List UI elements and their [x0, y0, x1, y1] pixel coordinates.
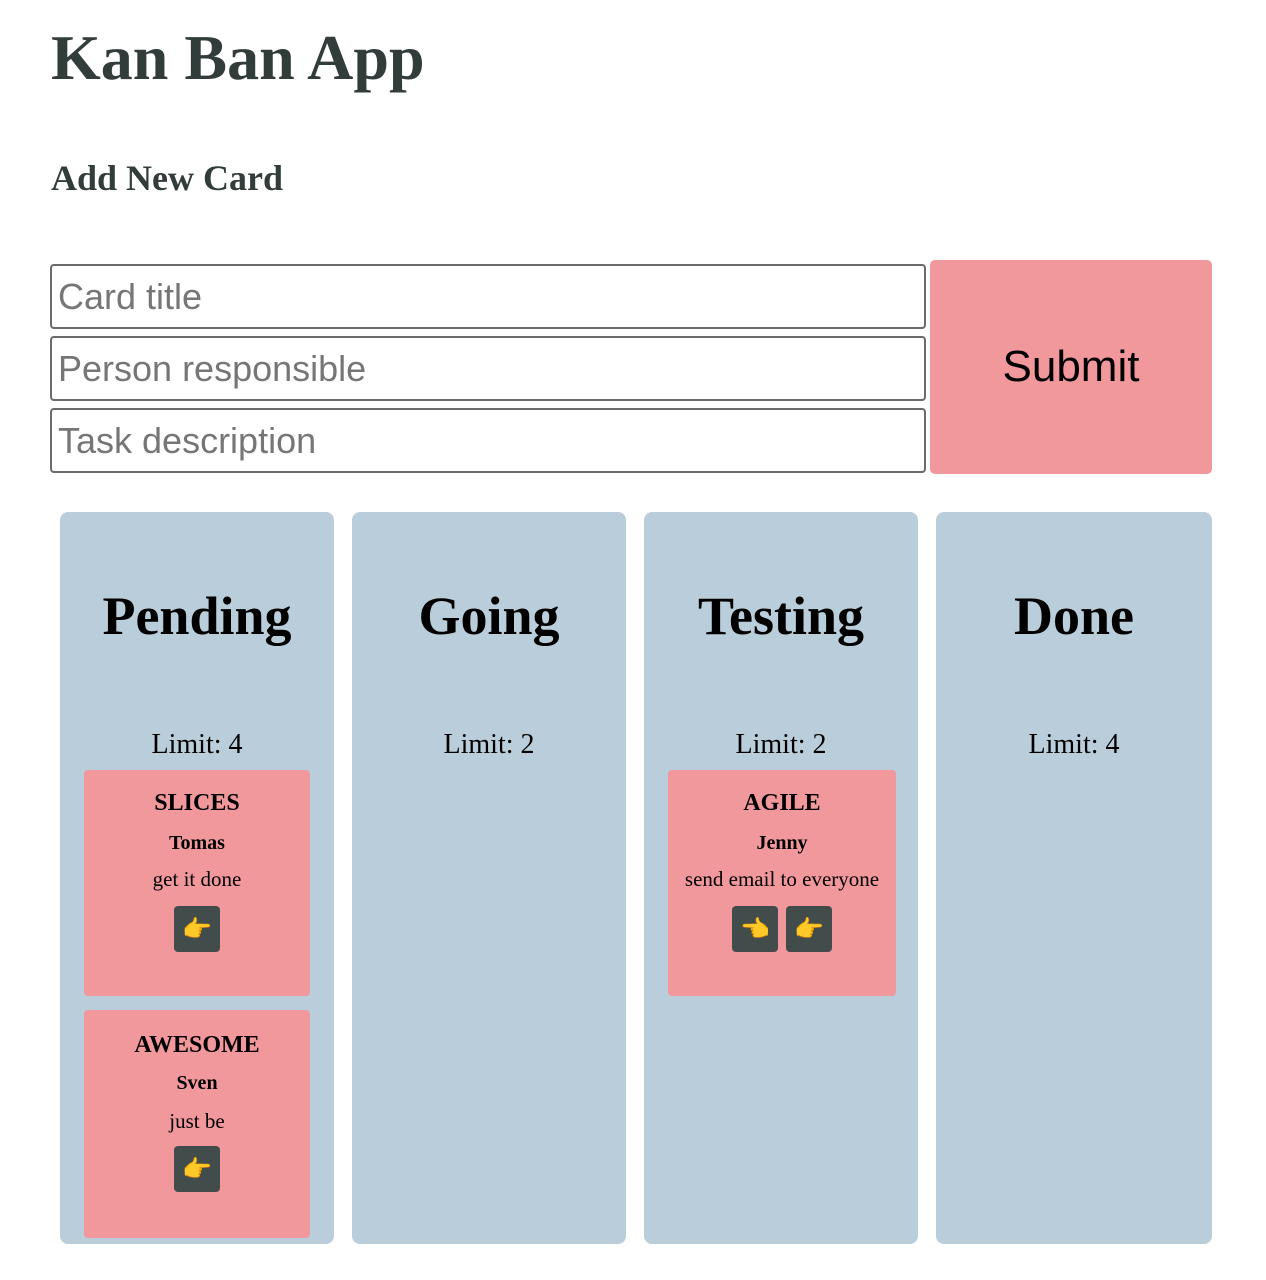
card-slices: SLICES Tomas get it done 👉 [84, 770, 310, 996]
card-title: AGILE [743, 790, 821, 816]
card-person: Sven [176, 1072, 218, 1094]
column-going: Going Limit: 2 [352, 512, 626, 1244]
card-actions: 👉 [84, 1146, 310, 1192]
pointing-right-hand-icon[interactable]: 👉 [786, 906, 832, 952]
column-done: Done Limit: 4 [936, 512, 1212, 1244]
card-title: SLICES [154, 790, 240, 816]
column-title: Going [418, 586, 560, 646]
column-title: Testing [697, 586, 865, 646]
card-description: just be [169, 1109, 225, 1133]
pointing-right-hand-icon[interactable]: 👉 [174, 906, 220, 952]
column-limit: Limit: 4 [151, 729, 243, 760]
card-description: send email to everyone [684, 867, 880, 891]
card-description: get it done [152, 867, 242, 891]
card-title: AWESOME [134, 1032, 260, 1058]
card-title-input[interactable] [50, 264, 926, 329]
column-limit: Limit: 4 [1028, 729, 1120, 760]
pointing-right-hand-icon[interactable]: 👉 [174, 1146, 220, 1192]
submit-button[interactable]: Submit [930, 260, 1212, 474]
column-title: Pending [102, 586, 292, 646]
card-person: Tomas [169, 832, 225, 854]
card-person: Jenny [756, 832, 808, 854]
app-title: Kan Ban App [51, 22, 425, 93]
card-agile: AGILE Jenny send email to everyone 👈 👉 [668, 770, 896, 996]
column-title: Done [1014, 586, 1134, 646]
column-limit: Limit: 2 [735, 729, 827, 760]
person-responsible-input[interactable] [50, 336, 926, 401]
card-actions: 👉 [84, 906, 310, 952]
task-description-input[interactable] [50, 408, 926, 473]
column-limit: Limit: 2 [443, 729, 535, 760]
card-awesome: AWESOME Sven just be 👉 [84, 1010, 310, 1238]
column-testing: Testing Limit: 2 AGILE Jenny send email … [644, 512, 918, 1244]
pointing-left-hand-icon[interactable]: 👈 [732, 906, 778, 952]
card-actions: 👈 👉 [668, 906, 896, 952]
column-pending: Pending Limit: 4 SLICES Tomas get it don… [60, 512, 334, 1244]
add-card-heading: Add New Card [51, 158, 284, 198]
